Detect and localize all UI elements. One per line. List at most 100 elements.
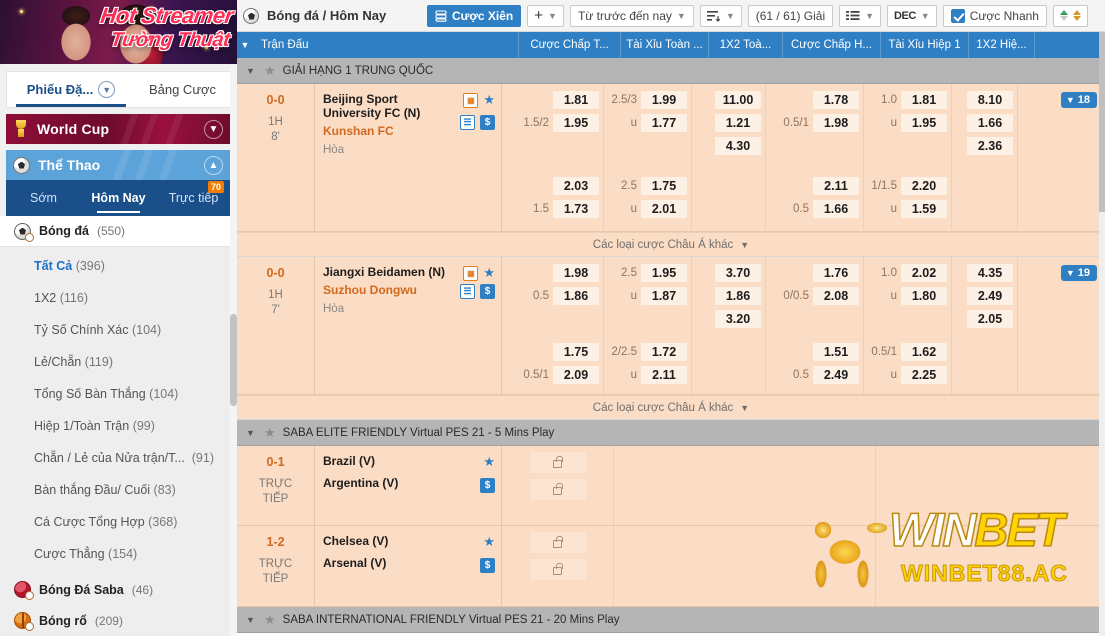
- more-asian-markets-row-2[interactable]: Các loại cược Châu Á khác ▼: [237, 395, 1105, 420]
- chevron-down-icon[interactable]: ▼: [677, 11, 686, 21]
- chevron-down-icon[interactable]: ▼: [98, 81, 116, 98]
- odds-ft-over-under[interactable]: 2.5 1.95 u 1.87: [604, 257, 692, 337]
- menu-item-tong-so-ban-thang[interactable]: Tổng Số Bàn Thắng (104): [0, 378, 237, 410]
- sidebar-sport-bong-da[interactable]: Bóng đá (550): [0, 216, 237, 247]
- odds-2[interactable]: 2.36: [967, 136, 1013, 155]
- odds-away[interactable]: 2.08: [813, 286, 859, 305]
- odds-home[interactable]: 2.11: [813, 176, 859, 195]
- odds-away[interactable]: 2.49: [813, 365, 859, 384]
- cashout-icon[interactable]: $: [480, 115, 495, 130]
- match-teams-cell[interactable]: Beijing Sport University FC (N) Kunshan …: [315, 84, 502, 231]
- odds-home[interactable]: 1.76: [813, 263, 859, 282]
- odds-ft-over-under[interactable]: 2.5/3 1.99 u 1.77: [604, 84, 692, 170]
- sport-header[interactable]: Thể Thao ▲: [6, 150, 231, 180]
- chevron-down-icon[interactable]: ▼: [740, 240, 749, 250]
- collapse-all-icon[interactable]: ▼: [237, 32, 253, 58]
- odds-1[interactable]: 4.35: [967, 263, 1013, 282]
- odds-over[interactable]: 2.20: [901, 176, 947, 195]
- more-asian-markets-row-1[interactable]: Các loại cược Châu Á khác ▼: [237, 232, 1105, 257]
- odds-away[interactable]: 2.09: [553, 365, 599, 384]
- odds-home[interactable]: 1.51: [813, 342, 859, 361]
- menu-item-chan-le-nua-tran[interactable]: Chẵn / Lẻ của Nửa trận/T... (91): [0, 442, 237, 474]
- match-teams-cell[interactable]: Chelsea (V) Arsenal (V) ★ $: [315, 526, 502, 606]
- quickbet-toggle[interactable]: Cược Nhanh: [942, 4, 1047, 27]
- odds-ft-1x2[interactable]: 3.70 1.86 3.20: [692, 257, 766, 337]
- column-header-h1-1x2[interactable]: 1X2 Hiệ...: [968, 32, 1034, 58]
- favorite-star-icon[interactable]: ★: [483, 534, 495, 550]
- more-markets-badge[interactable]: ▼ 18: [1060, 92, 1097, 108]
- odds-ft-handicap-2[interactable]: 2.03 1.5 1.73: [502, 170, 604, 230]
- column-header-h1-ou[interactable]: Tài Xỉu Hiệp 1: [880, 32, 968, 58]
- odds-h1-handicap-2[interactable]: 1.51 0.5 2.49: [766, 336, 864, 394]
- odds-2[interactable]: 2.05: [967, 309, 1013, 328]
- main-scrollbar[interactable]: [1099, 32, 1105, 636]
- table-row[interactable]: 0-0 1H 7' Jiangxi Beidamen (N) Suzhou Do…: [237, 257, 1105, 395]
- odds-h1-1x2[interactable]: 8.10 1.66 2.36: [952, 84, 1018, 170]
- odds-home[interactable]: 1.81: [553, 90, 599, 109]
- odds-h1-handicap[interactable]: 1.76 0/0.5 2.08: [766, 257, 864, 337]
- match-teams-cell[interactable]: Brazil (V) Argentina (V) ★ $: [315, 446, 502, 525]
- league-header-saba-international-friendly[interactable]: ▼ ★ SABA INTERNATIONAL FRIENDLY Virtual …: [237, 607, 1105, 633]
- column-header-match[interactable]: Trận Đấu: [253, 32, 518, 58]
- favorite-star-icon[interactable]: ★: [483, 454, 495, 470]
- add-parlay-button[interactable]: + ▼: [527, 4, 564, 27]
- odds-h1-over-under-2[interactable]: 0.5/1 1.62 u 2.25: [864, 336, 952, 394]
- menu-item-cuoc-thang[interactable]: Cược Thẳng (154): [0, 538, 237, 570]
- leagues-filter-button[interactable]: (61 / 61) Giải: [747, 4, 834, 27]
- sidebar-sport-bong-ro[interactable]: Bóng rổ (209): [0, 605, 237, 636]
- odds-format-select[interactable]: DEC ▼: [887, 4, 937, 27]
- odds-x[interactable]: 1.66: [967, 113, 1013, 132]
- parlay-button[interactable]: Cược Xiên: [427, 4, 522, 27]
- odds-under[interactable]: 2.01: [641, 199, 687, 218]
- odds-2[interactable]: 3.20: [715, 309, 761, 328]
- odds-x[interactable]: 1.86: [715, 286, 761, 305]
- odds-1[interactable]: 8.10: [967, 90, 1013, 109]
- odds-over[interactable]: 1.62: [901, 342, 947, 361]
- list-icon[interactable]: ☰: [460, 115, 475, 130]
- odds-ft-handicap[interactable]: 1.98 0.5 1.86: [502, 257, 604, 337]
- odds-under[interactable]: 1.59: [901, 199, 947, 218]
- cashout-icon[interactable]: $: [480, 478, 495, 493]
- odds-ft-1x2[interactable]: 11.00 1.21 4.30: [692, 84, 766, 170]
- subtab-som[interactable]: Sớm: [6, 180, 81, 216]
- odds-under[interactable]: 1.87: [641, 286, 687, 305]
- tab-betslip[interactable]: Phiếu Đặ... ▼: [7, 72, 135, 107]
- more-markets-badge[interactable]: ▼ 19: [1060, 265, 1097, 281]
- chevron-down-icon[interactable]: ▼: [726, 11, 735, 21]
- odds-2[interactable]: 4.30: [715, 136, 761, 155]
- favorite-star-icon[interactable]: ★: [483, 265, 495, 281]
- odds-x[interactable]: 2.49: [967, 286, 1013, 305]
- league-header-china-league-one[interactable]: ▼ ★ GIẢI HẠNG 1 TRUNG QUỐC: [237, 58, 1105, 84]
- chevron-down-icon[interactable]: ▼: [244, 615, 257, 625]
- menu-item-ty-so-chinh-xac[interactable]: Tỷ Số Chính Xác (104): [0, 314, 237, 346]
- chevron-down-icon[interactable]: ▼: [921, 11, 930, 21]
- favorite-star-icon[interactable]: ★: [264, 425, 276, 441]
- favorite-star-icon[interactable]: ★: [264, 63, 276, 79]
- odds-x[interactable]: 1.21: [715, 113, 761, 132]
- odds-ft-handicap-2[interactable]: 1.75 0.5/1 2.09: [502, 336, 604, 394]
- odds-away[interactable]: 1.98: [813, 113, 859, 132]
- table-row[interactable]: 0-0 1H 8' Beijing Sport University FC (N…: [237, 84, 1105, 232]
- menu-item-ban-thang-dau-cuoi[interactable]: Bàn thắng Đầu/ Cuối (83): [0, 474, 237, 506]
- table-row[interactable]: 0-1 TRỰC TIẾP Brazil (V) Argentina (V) ★…: [237, 446, 1105, 526]
- subtab-hom-nay[interactable]: Hôm Nay: [81, 180, 156, 216]
- list-icon[interactable]: ☰: [460, 284, 475, 299]
- favorite-star-icon[interactable]: ★: [483, 92, 495, 108]
- chevron-down-icon[interactable]: ▼: [244, 66, 257, 76]
- chevron-down-icon[interactable]: ▼: [740, 403, 749, 413]
- odds-under[interactable]: 1.77: [641, 113, 687, 132]
- odds-ft-over-under-2[interactable]: 2/2.5 1.72 u 2.11: [604, 336, 692, 394]
- odds-h1-over-under[interactable]: 1.0 2.02 u 1.80: [864, 257, 952, 337]
- odds-away[interactable]: 1.73: [553, 199, 599, 218]
- column-header-ft-1x2[interactable]: 1X2 Toà...: [708, 32, 782, 58]
- odds-under[interactable]: 2.25: [901, 365, 947, 384]
- menu-item-1x2[interactable]: 1X2 (116): [0, 282, 237, 314]
- chevron-down-icon[interactable]: ▼: [865, 11, 874, 21]
- sort-select[interactable]: ▼: [699, 4, 742, 27]
- stats-icon[interactable]: ▦: [463, 265, 479, 281]
- chevron-up-icon[interactable]: ▲: [204, 155, 223, 175]
- odds-over[interactable]: 1.95: [641, 263, 687, 282]
- world-cup-banner[interactable]: World Cup ▼: [6, 114, 231, 144]
- odds-over[interactable]: 2.02: [901, 263, 947, 282]
- odds-h1-handicap[interactable]: 1.78 0.5/1 1.98: [766, 84, 864, 170]
